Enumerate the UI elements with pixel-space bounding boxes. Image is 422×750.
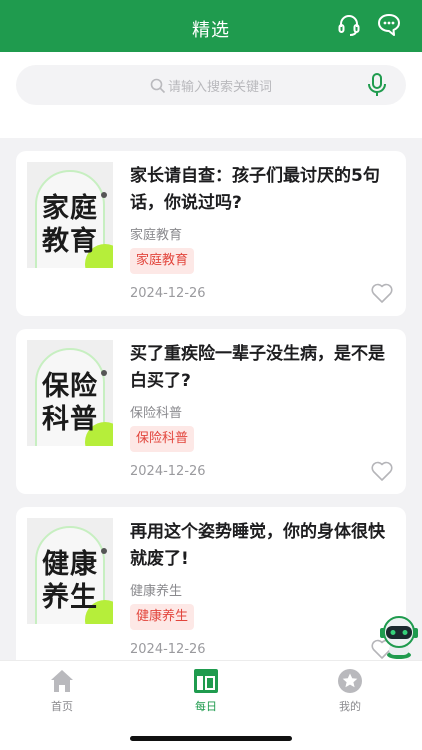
search-section: 请输入搜索关键词 bbox=[0, 52, 422, 138]
home-indicator bbox=[130, 736, 292, 741]
article-tag[interactable]: 健康养生 bbox=[130, 604, 195, 630]
thumbnail-text: 教育 bbox=[42, 226, 98, 257]
mic-icon[interactable] bbox=[364, 72, 390, 98]
headset-icon[interactable] bbox=[336, 12, 362, 38]
tab-mine[interactable]: 我的 bbox=[310, 667, 390, 714]
tab-daily[interactable]: 每日 bbox=[166, 667, 246, 714]
article-tag[interactable]: 家庭教育 bbox=[130, 248, 195, 274]
search-icon bbox=[150, 78, 166, 94]
star-icon bbox=[338, 669, 362, 693]
tab-label: 每日 bbox=[195, 700, 217, 713]
chat-icon[interactable] bbox=[376, 12, 402, 38]
tab-home[interactable]: 首页 bbox=[22, 667, 102, 714]
tab-label: 我的 bbox=[339, 700, 361, 713]
heart-icon[interactable] bbox=[370, 282, 394, 304]
article-date: 2024-12-26 bbox=[130, 642, 206, 657]
article-date: 2024-12-26 bbox=[130, 464, 206, 479]
article-thumbnail: 家庭 教育 bbox=[27, 162, 113, 268]
article-title[interactable]: 买了重疾险一辈子没生病，是不是白买了? bbox=[130, 341, 392, 395]
article-card[interactable]: 健康 养生 再用这个姿势睡觉，你的身体很快就废了! 健康养生 健康养生 2024… bbox=[16, 507, 406, 672]
heart-icon[interactable] bbox=[370, 460, 394, 482]
article-date: 2024-12-26 bbox=[130, 286, 206, 301]
article-card[interactable]: 家庭 教育 家长请自查：孩子们最讨厌的5句话，你说过吗? 家庭教育 家庭教育 2… bbox=[16, 151, 406, 316]
assistant-robot-icon[interactable] bbox=[376, 614, 422, 660]
article-category: 健康养生 bbox=[130, 584, 183, 599]
article-title[interactable]: 再用这个姿势睡觉，你的身体很快就废了! bbox=[130, 519, 392, 573]
article-tag[interactable]: 保险科普 bbox=[130, 426, 195, 452]
article-category: 家庭教育 bbox=[130, 228, 183, 243]
article-category: 保险科普 bbox=[130, 406, 183, 421]
thumbnail-text: 养生 bbox=[42, 582, 98, 613]
article-card[interactable]: 保险 科普 买了重疾险一辈子没生病，是不是白买了? 保险科普 保险科普 2024… bbox=[16, 329, 406, 494]
search-placeholder: 请输入搜索关键词 bbox=[167, 80, 272, 95]
article-title[interactable]: 家长请自查：孩子们最讨厌的5句话，你说过吗? bbox=[130, 163, 392, 217]
thumbnail-text: 科普 bbox=[42, 404, 98, 435]
daily-icon bbox=[194, 669, 218, 693]
home-icon bbox=[51, 670, 73, 692]
article-thumbnail: 保险 科普 bbox=[27, 340, 113, 446]
article-thumbnail: 健康 养生 bbox=[27, 518, 113, 624]
search-input[interactable]: 请输入搜索关键词 bbox=[16, 65, 406, 105]
top-nav-bar: 精选 bbox=[0, 0, 422, 52]
tab-label: 首页 bbox=[51, 700, 73, 713]
